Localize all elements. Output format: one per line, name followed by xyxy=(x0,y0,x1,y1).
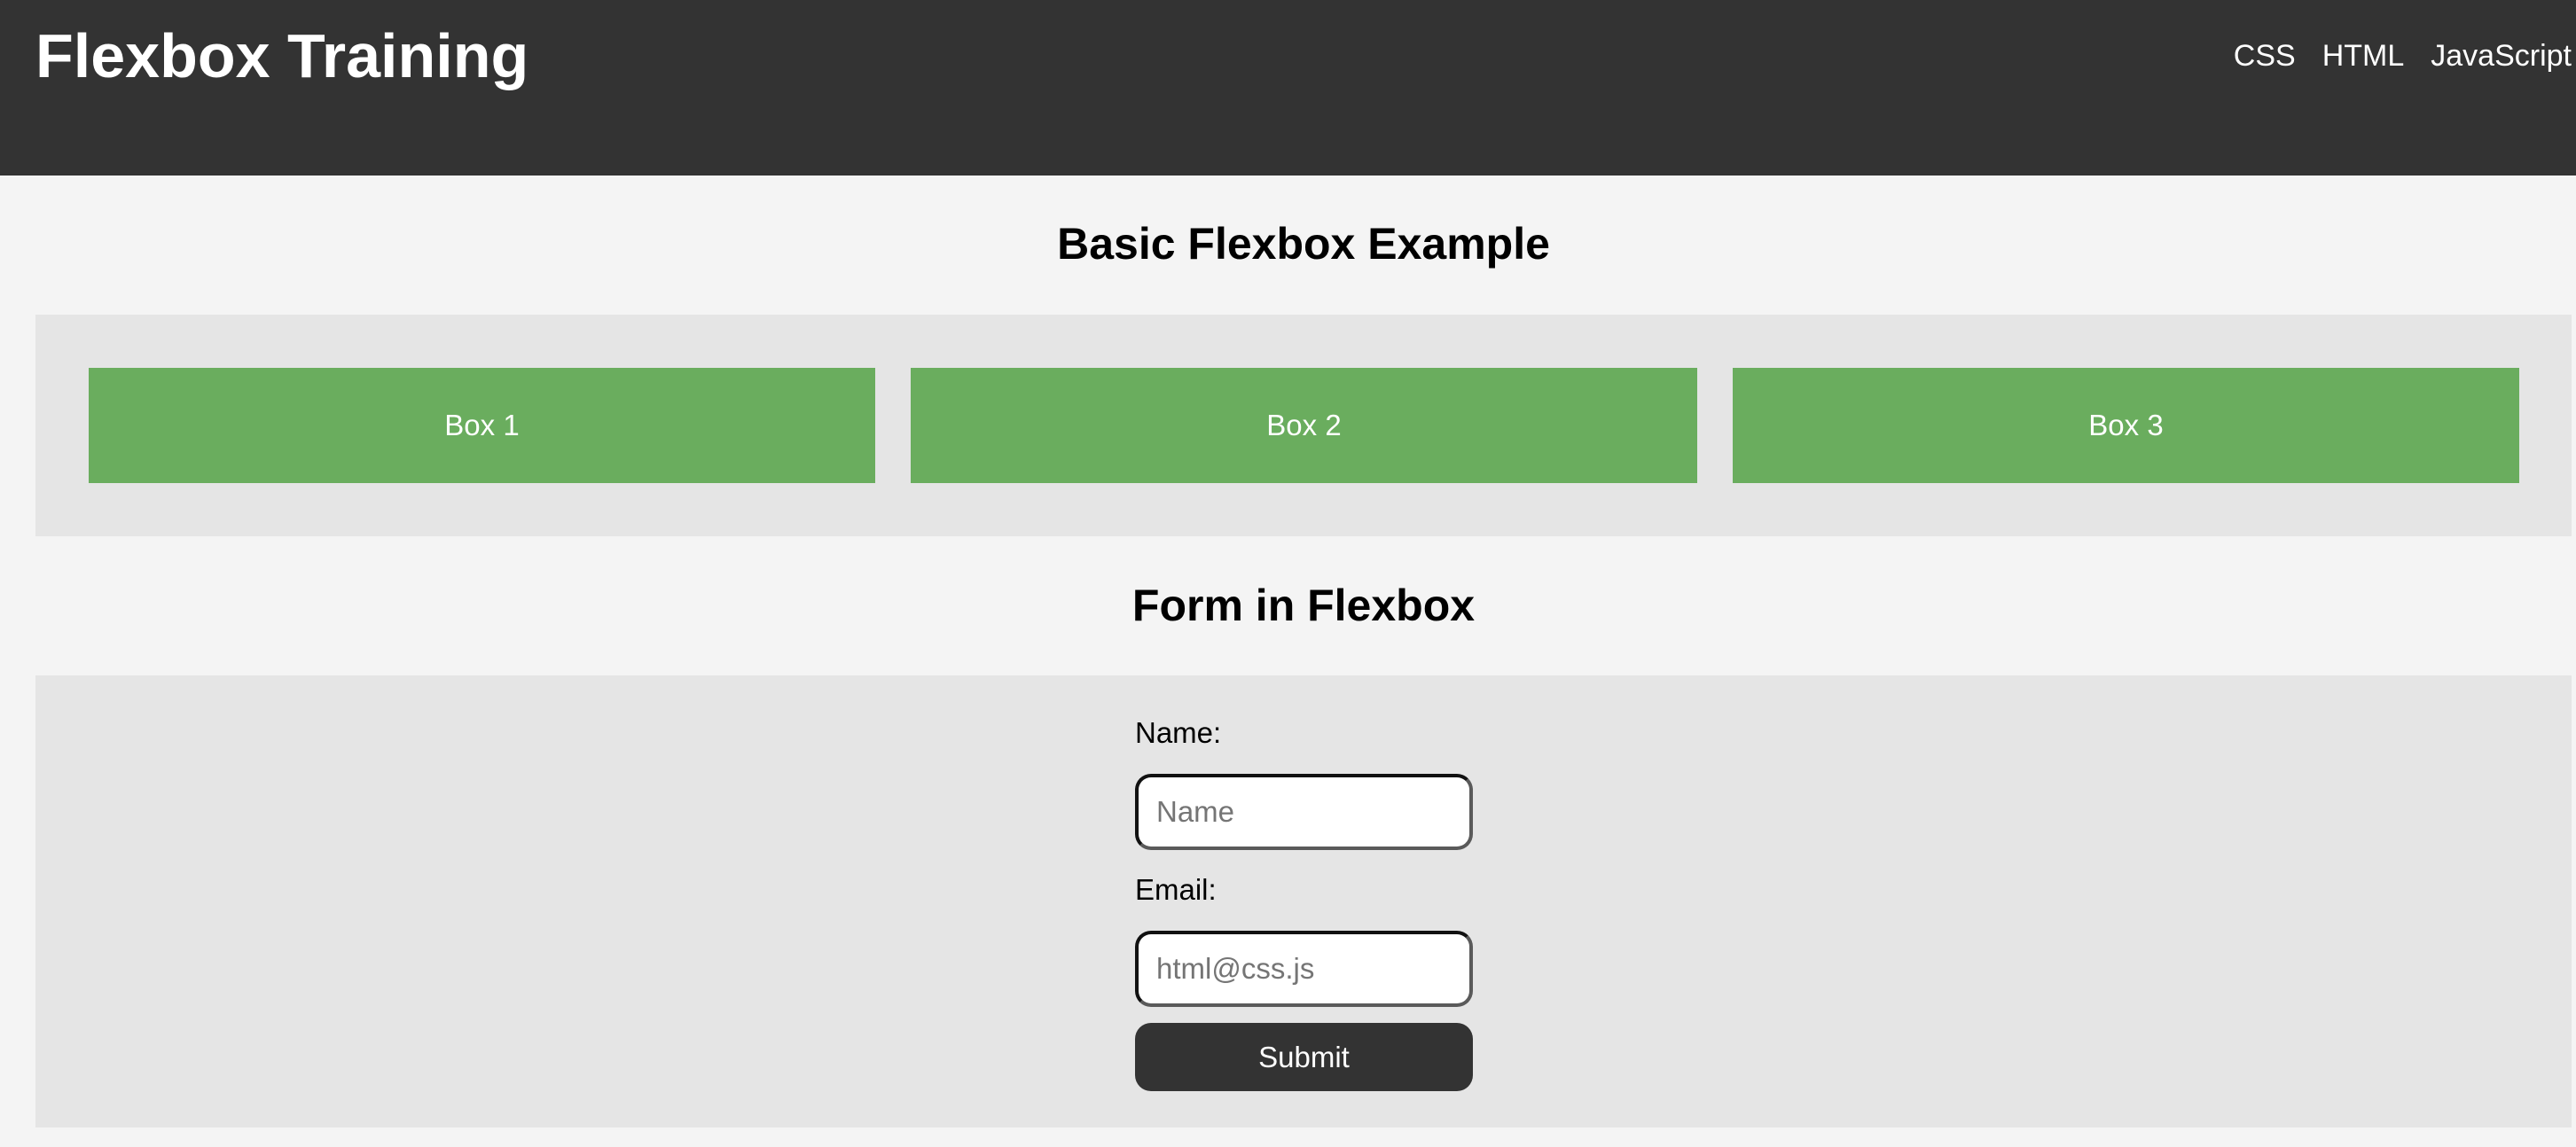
submit-button[interactable]: Submit xyxy=(1135,1023,1473,1091)
nav-link-javascript[interactable]: JavaScript xyxy=(2431,34,2572,78)
flex-container: Box 1 Box 2 Box 3 xyxy=(35,315,2572,536)
flex-box-3: Box 3 xyxy=(1733,368,2519,483)
form-container: Name: Email: Submit xyxy=(35,675,2572,1127)
site-title: Flexbox Training xyxy=(35,21,529,90)
form-flexbox-heading: Form in Flexbox xyxy=(1131,581,1476,630)
name-label: Name: xyxy=(1135,716,1222,749)
nav-link-css[interactable]: CSS xyxy=(2234,34,2296,78)
site-header: Flexbox Training CSS HTML JavaScript xyxy=(0,0,2576,176)
main-nav: CSS HTML JavaScript xyxy=(2234,34,2572,78)
email-input[interactable] xyxy=(1135,931,1473,1007)
basic-flexbox-heading: Basic Flexbox Example xyxy=(1057,219,1550,269)
flex-box-2: Box 2 xyxy=(911,368,1697,483)
name-input[interactable] xyxy=(1135,774,1473,850)
email-label: Email: xyxy=(1135,873,1217,906)
nav-link-html[interactable]: HTML xyxy=(2322,34,2405,78)
flex-box-1: Box 1 xyxy=(89,368,875,483)
